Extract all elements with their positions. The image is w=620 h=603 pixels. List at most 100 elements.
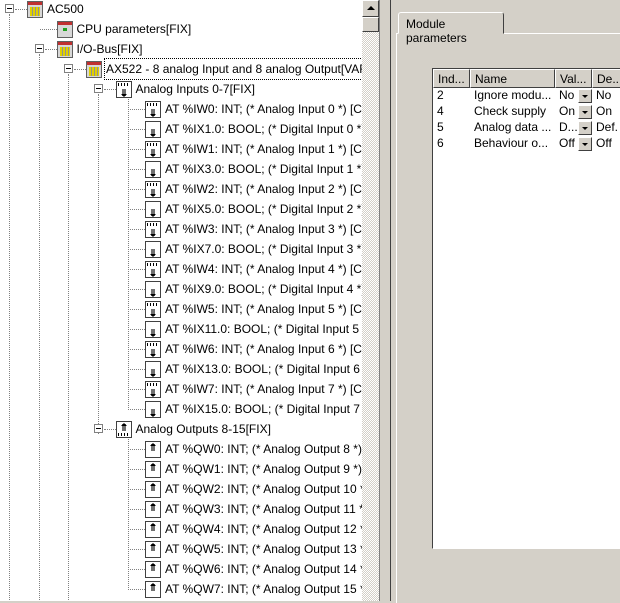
tree-item-label: AT %QW4: INT; (* Analog Output 12 * — [165, 522, 362, 536]
tab-module-parameters[interactable]: Module parameters — [398, 12, 504, 45]
tree-item-label: AT %IW3: INT; (* Analog Input 3 *) [C — [165, 222, 362, 236]
tree-item-label: AT %IX9.0: BOOL; (* Digital Input 4 *) — [165, 282, 362, 296]
digital-input-icon — [145, 161, 161, 178]
cell-index: 2 — [437, 88, 444, 102]
cell-value[interactable]: On — [559, 104, 579, 118]
value-dropdown-icon[interactable] — [578, 89, 592, 103]
collapse-toggle[interactable] — [34, 44, 44, 53]
scroll-thumb[interactable] — [362, 17, 379, 32]
column-header-value[interactable]: Val... — [555, 69, 592, 88]
value-dropdown-icon[interactable] — [578, 105, 592, 119]
tree-item-label: AT %IW6: INT; (* Analog Input 6 *) [C — [165, 342, 362, 356]
cell-name: Behaviour o... — [474, 136, 549, 150]
tree-item-output[interactable]: AT %QW4: INT; (* Analog Output 12 * — [0, 519, 362, 539]
tree-item-input[interactable]: AT %IX15.0: BOOL; (* Digital Input 7 * — [0, 399, 362, 419]
tree-item-input[interactable]: AT %IW6: INT; (* Analog Input 6 *) [C — [0, 339, 362, 359]
analog-input-icon — [145, 101, 161, 118]
cell-index: 5 — [437, 120, 444, 134]
cell-value[interactable]: Off — [559, 136, 579, 150]
tree-item-label: CPU parameters[FIX] — [76, 22, 192, 36]
collapse-toggle[interactable] — [93, 424, 103, 433]
tree-item-output[interactable]: AT %QW2: INT; (* Analog Output 10 * — [0, 479, 362, 499]
tree-item-input[interactable]: AT %IW0: INT; (* Analog Input 0 *) [C — [0, 99, 362, 119]
column-header-name[interactable]: Name — [470, 69, 555, 88]
tree-item-input[interactable]: AT %IX7.0: BOOL; (* Digital Input 3 *) — [0, 239, 362, 259]
tree-item-label: AT %IW4: INT; (* Analog Input 4 *) [C — [165, 262, 362, 276]
tree-item-label: AT %IW1: INT; (* Analog Input 1 *) [C — [165, 142, 362, 156]
analog-output-icon — [145, 521, 161, 538]
collapse-toggle[interactable] — [93, 84, 103, 93]
tree-node-analog-outputs[interactable]: Analog Outputs 8-15[FIX] — [0, 419, 362, 439]
tree-item-input[interactable]: AT %IX11.0: BOOL; (* Digital Input 5 * — [0, 319, 362, 339]
tree-item-label: AT %IW2: INT; (* Analog Input 2 *) [C — [165, 182, 362, 196]
tree-item-input[interactable]: AT %IX5.0: BOOL; (* Digital Input 2 *) — [0, 199, 362, 219]
digital-input-icon — [145, 201, 161, 218]
digital-input-icon — [145, 281, 161, 298]
column-header-index[interactable]: Ind... — [433, 69, 470, 88]
hardware-tree[interactable]: AC500 CPU parameters[FIX] I/O-Bus[FIX] AX52… — [0, 0, 362, 601]
tree-item-input[interactable]: AT %IW5: INT; (* Analog Input 5 *) [C — [0, 299, 362, 319]
cell-name: Analog data ... — [474, 120, 552, 134]
tree-item-output[interactable]: AT %QW6: INT; (* Analog Output 14 * — [0, 559, 362, 579]
tree-item-label: Analog Outputs 8-15[FIX] — [135, 422, 271, 436]
analog-output-icon — [145, 541, 161, 558]
tree-node-io-bus[interactable]: I/O-Bus[FIX] — [0, 39, 362, 59]
cell-value[interactable]: D... — [559, 120, 579, 134]
tree-item-output[interactable]: AT %QW7: INT; (* Analog Output 15 * — [0, 579, 362, 599]
tree-item-label: AT %IX11.0: BOOL; (* Digital Input 5 * — [165, 322, 362, 336]
scroll-up-button[interactable] — [362, 0, 379, 17]
cell-default: Off — [596, 136, 612, 150]
tree-item-input[interactable]: AT %IW1: INT; (* Analog Input 1 *) [C — [0, 139, 362, 159]
tree-item-input[interactable]: AT %IW4: INT; (* Analog Input 4 *) [C — [0, 259, 362, 279]
tree-node-analog-inputs[interactable]: Analog Inputs 0-7[FIX] — [0, 79, 362, 99]
tree-item-input[interactable]: AT %IX9.0: BOOL; (* Digital Input 4 *) — [0, 279, 362, 299]
parameter-row[interactable]: 4 Check supply On On — [433, 104, 620, 120]
tree-node-cpu-parameters[interactable]: CPU parameters[FIX] — [0, 19, 362, 39]
tree-item-input[interactable]: AT %IX3.0: BOOL; (* Digital Input 1 *) — [0, 159, 362, 179]
cell-default: On — [596, 104, 613, 118]
analog-output-icon — [145, 461, 161, 478]
tree-item-input[interactable]: AT %IW2: INT; (* Analog Input 2 *) [C — [0, 179, 362, 199]
value-dropdown-icon[interactable] — [578, 137, 592, 151]
tree-item-input[interactable]: AT %IX1.0: BOOL; (* Digital Input 0 *) — [0, 119, 362, 139]
analog-output-icon — [145, 501, 161, 518]
collapse-toggle[interactable] — [5, 4, 14, 13]
tree-item-input[interactable]: AT %IW3: INT; (* Analog Input 3 *) [C — [0, 219, 362, 239]
parameter-row[interactable]: 5 Analog data ... D... Def. — [433, 120, 620, 136]
analog-input-icon — [145, 341, 161, 358]
input-group-icon — [115, 81, 132, 98]
cell-value[interactable]: No — [559, 88, 579, 102]
analog-output-icon — [145, 561, 161, 578]
collapse-toggle[interactable] — [64, 64, 73, 73]
column-header-default[interactable]: De... — [592, 69, 620, 88]
value-dropdown-icon[interactable] — [578, 121, 592, 135]
module-config-pane: Module parameters Ind... Name Val... De.… — [393, 0, 620, 603]
tree-vertical-scrollbar[interactable] — [362, 0, 379, 601]
tree-node-ax522[interactable]: AX522 - 8 analog Input and 8 analog Outp… — [0, 58, 362, 80]
tree-item-label: AC500 — [47, 2, 84, 16]
cell-default: Def. — [596, 120, 619, 134]
parameters-table[interactable]: Ind... Name Val... De... 2 Ignore modu...… — [432, 68, 620, 549]
analog-input-icon — [145, 221, 161, 238]
tree-item-output[interactable]: AT %QW0: INT; (* Analog Output 8 *) — [0, 439, 362, 459]
tree-item-output[interactable]: AT %QW3: INT; (* Analog Output 11 * — [0, 499, 362, 519]
tree-item-label: AX522 - 8 analog Input and 8 analog Outp… — [103, 58, 362, 80]
tree-item-output[interactable]: AT %QW1: INT; (* Analog Output 9 *) — [0, 459, 362, 479]
cell-name: Check supply — [474, 104, 547, 118]
pane-splitter[interactable] — [379, 0, 393, 601]
parameter-row[interactable]: 2 Ignore modu... No No — [433, 88, 620, 104]
tree-item-label: AT %IW7: INT; (* Analog Input 7 *) [C — [165, 382, 362, 396]
tree-node-ac500[interactable]: AC500 — [0, 0, 362, 19]
parameter-row[interactable]: 6 Behaviour o... Off Off — [433, 136, 620, 152]
analog-input-icon — [145, 261, 161, 278]
digital-input-icon — [145, 401, 161, 418]
tree-item-output[interactable]: AT %QW5: INT; (* Analog Output 13 * — [0, 539, 362, 559]
analog-input-icon — [145, 301, 161, 318]
digital-input-icon — [145, 241, 161, 258]
tree-item-input[interactable]: AT %IX13.0: BOOL; (* Digital Input 6 * — [0, 359, 362, 379]
analog-input-icon — [145, 381, 161, 398]
cell-index: 6 — [437, 136, 444, 150]
arrow-up-icon — [367, 6, 375, 10]
tree-item-input[interactable]: AT %IW7: INT; (* Analog Input 7 *) [C — [0, 379, 362, 399]
io-bus-icon — [56, 41, 73, 58]
